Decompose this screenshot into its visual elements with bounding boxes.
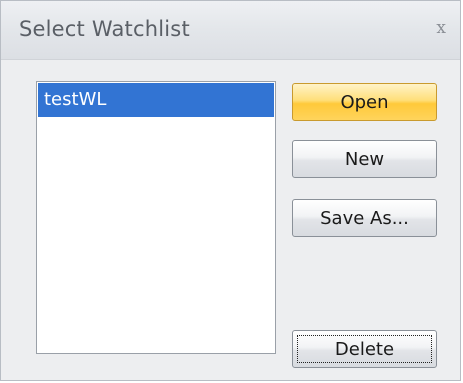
select-watchlist-dialog: Select Watchlist x testWL Open New Save … bbox=[0, 0, 461, 381]
dialog-title: Select Watchlist bbox=[19, 17, 190, 41]
save-as-button[interactable]: Save As... bbox=[292, 199, 437, 237]
open-button[interactable]: Open bbox=[292, 83, 437, 121]
close-icon[interactable]: x bbox=[436, 18, 446, 38]
list-item[interactable]: testWL bbox=[38, 83, 274, 117]
title-bar[interactable]: Select Watchlist x bbox=[1, 1, 460, 60]
delete-button[interactable]: Delete bbox=[292, 330, 437, 368]
watchlist-listbox[interactable]: testWL bbox=[36, 81, 276, 354]
new-button[interactable]: New bbox=[292, 140, 437, 178]
